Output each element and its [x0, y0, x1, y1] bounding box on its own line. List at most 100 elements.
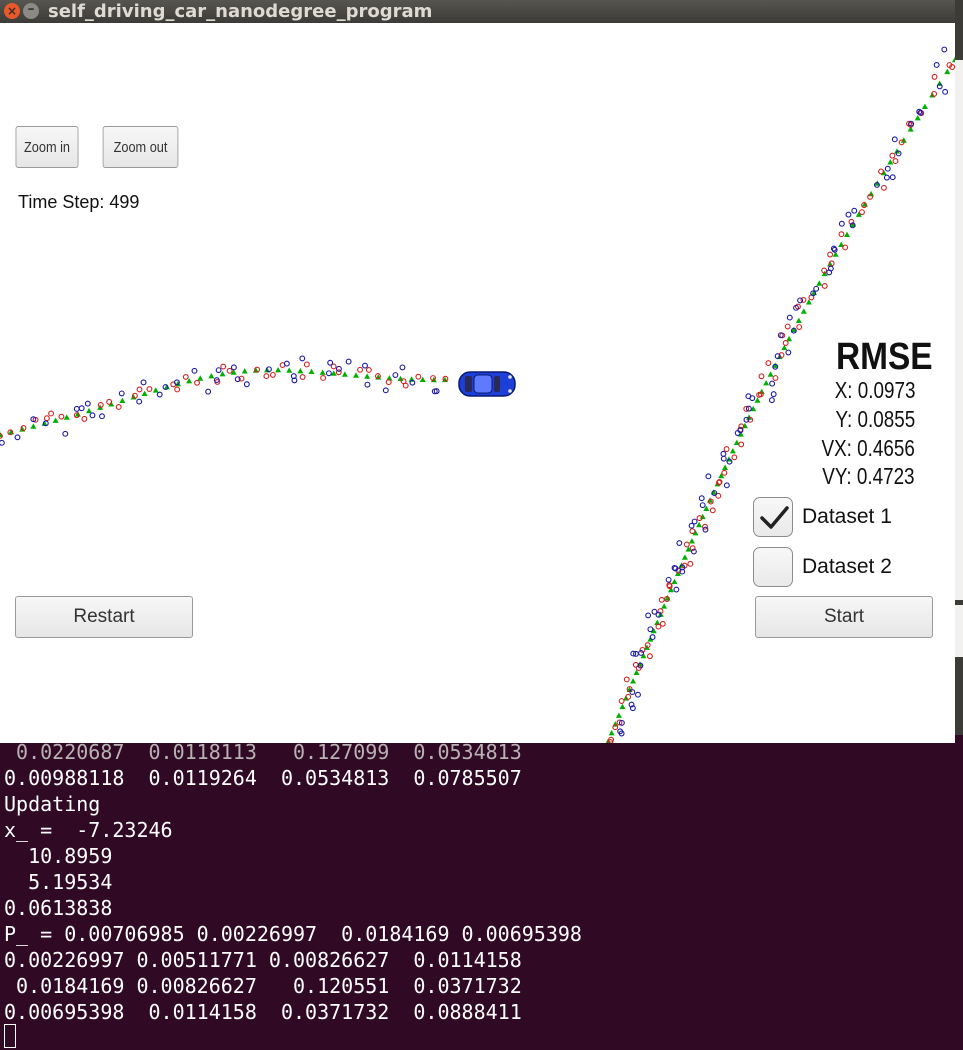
lidar-marker	[931, 73, 938, 80]
radar-marker	[136, 398, 143, 405]
radar-marker	[845, 211, 852, 218]
lidar-marker	[115, 403, 122, 410]
ground-truth-marker	[152, 387, 159, 393]
ground-truth-marker	[119, 397, 126, 403]
radar-marker	[720, 455, 727, 462]
zoom-in-button[interactable]: Zoom in	[15, 126, 79, 168]
restart-button[interactable]: Restart	[15, 596, 193, 638]
lidar-marker	[687, 560, 694, 567]
ground-truth-marker	[63, 414, 70, 420]
radar-marker	[62, 430, 69, 437]
ground-truth-marker	[275, 367, 282, 373]
ground-truth-marker	[795, 317, 802, 324]
radar-marker	[941, 46, 948, 53]
radar-marker	[851, 207, 858, 214]
lidar-marker	[772, 375, 779, 381]
radar-marker	[364, 381, 371, 388]
radar-marker	[191, 367, 198, 374]
lidar-marker	[659, 620, 666, 627]
radar-marker	[770, 391, 777, 398]
ground-truth-marker	[308, 368, 315, 375]
window-title: self_driving_car_nanodegree_program	[48, 1, 433, 22]
radar-marker	[699, 502, 706, 509]
start-button[interactable]: Start	[755, 596, 933, 638]
radar-marker	[883, 174, 890, 181]
lidar-marker	[263, 373, 270, 380]
lidar-marker	[889, 152, 896, 159]
lidar-marker	[357, 366, 364, 373]
radar-marker	[647, 626, 654, 633]
terminal-line: 5.19534	[4, 870, 113, 894]
lidar-marker	[821, 282, 828, 289]
close-button[interactable]: ×	[4, 3, 20, 19]
radar-marker	[629, 689, 636, 696]
terminal-line: 10.8959	[4, 844, 113, 868]
radar-marker	[838, 220, 845, 227]
ground-truth-marker	[767, 371, 774, 377]
lidar-marker	[646, 653, 653, 660]
terminal-line: x_ = -7.23246	[4, 818, 173, 842]
time-step-label: Time Step: 499	[18, 192, 140, 212]
dataset-2-checkbox[interactable]	[753, 547, 793, 587]
rmse-x: X: 0.0973	[834, 377, 915, 403]
lidar-marker	[48, 410, 55, 417]
radar-marker	[813, 285, 820, 292]
minimize-button[interactable]: –	[23, 2, 39, 19]
terminal-line: 0.00988118 0.0119264 0.0534813 0.0785507	[4, 766, 522, 790]
ground-truth-marker	[944, 68, 951, 75]
radar-marker	[392, 372, 399, 378]
dataset-1-label[interactable]: Dataset 1	[802, 505, 892, 529]
ground-truth-marker	[844, 231, 851, 238]
lidar-marker	[402, 382, 409, 389]
radar-marker	[84, 400, 91, 407]
lidar-marker	[303, 361, 310, 368]
radar-marker	[785, 349, 792, 356]
terminal-line: 0.0184169 0.00826627 0.120551 0.0371732	[4, 974, 522, 998]
lidar-marker	[782, 340, 789, 346]
lidar-marker	[299, 374, 306, 380]
ground-truth-marker	[661, 603, 668, 609]
ground-truth-marker	[921, 103, 928, 110]
lidar-marker	[365, 366, 372, 373]
ground-truth-marker	[671, 578, 678, 585]
ground-truth-marker	[763, 380, 770, 386]
ground-truth-marker	[52, 417, 59, 423]
ground-truth-marker	[868, 190, 875, 197]
ground-truth-marker	[86, 407, 92, 414]
radar-marker	[673, 586, 680, 593]
ground-truth-marker	[681, 554, 688, 560]
ground-truth-marker	[816, 280, 823, 286]
lidar-marker	[623, 676, 630, 683]
radar-marker	[73, 405, 80, 412]
radar-marker	[382, 387, 389, 394]
radar-marker	[942, 88, 949, 95]
radar-marker	[243, 381, 250, 388]
ground-truth-marker	[197, 375, 204, 381]
ground-truth-marker	[800, 308, 807, 314]
lidar-marker	[842, 244, 849, 251]
ground-truth-marker	[30, 423, 37, 429]
ground-truth-marker	[688, 538, 695, 544]
window-titlebar[interactable]: × – self_driving_car_nanodegree_program	[0, 0, 955, 23]
lidar-marker	[723, 446, 730, 453]
radar-marker	[635, 691, 641, 698]
zoom-out-button[interactable]: Zoom out	[102, 126, 179, 168]
dataset-2-label[interactable]: Dataset 2	[802, 555, 892, 579]
ground-truth-marker	[130, 394, 137, 400]
radar-marker	[665, 576, 672, 583]
ground-truth-marker	[630, 678, 637, 684]
lidar-marker	[758, 373, 765, 380]
radar-marker	[649, 634, 656, 641]
terminal-line: P_ = 0.00706985 0.00226997 0.0184169 0.0…	[4, 922, 582, 946]
lidar-marker	[226, 367, 233, 374]
radar-marker	[345, 358, 352, 365]
radar-marker	[769, 380, 776, 387]
ground-truth-marker	[74, 411, 81, 417]
dataset-1-checkbox[interactable]	[753, 497, 793, 537]
radar-marker	[889, 174, 896, 181]
lidar-marker	[838, 231, 845, 238]
radar-marker	[118, 390, 125, 397]
lidar-marker	[43, 415, 50, 422]
rmse-title: RMSE	[836, 336, 933, 378]
radar-marker	[0, 439, 5, 446]
